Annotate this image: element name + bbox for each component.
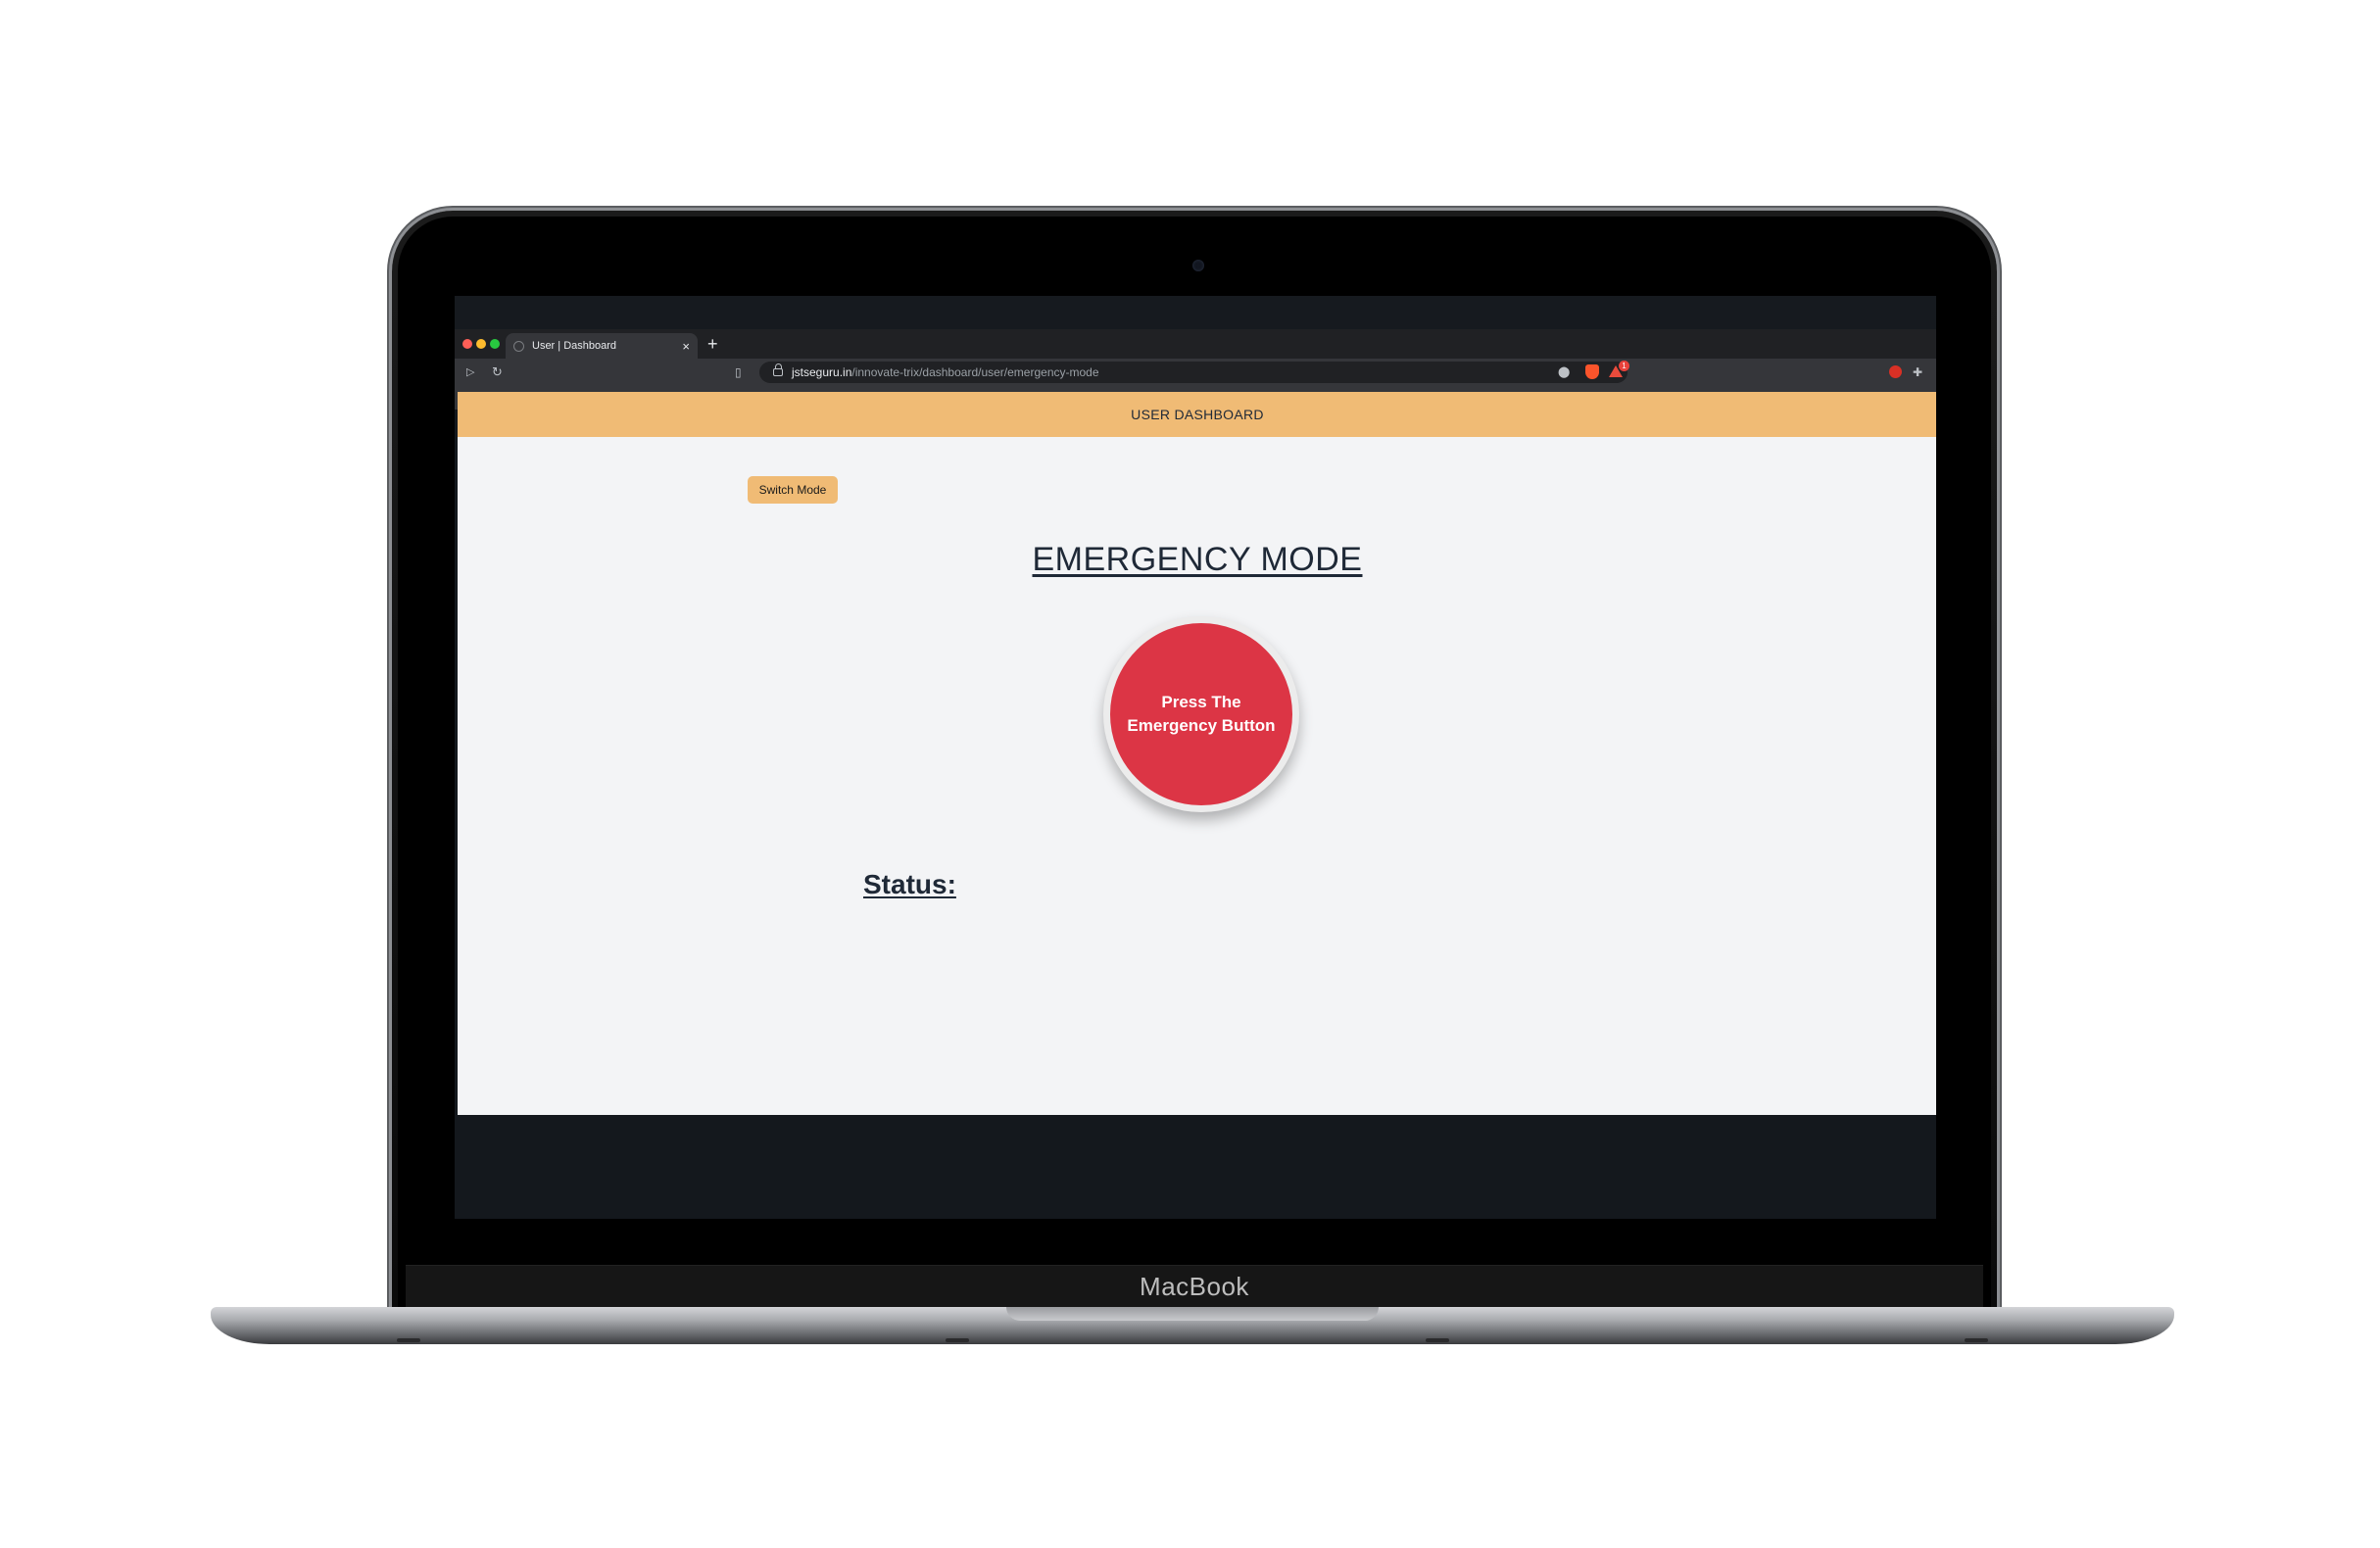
base-foot xyxy=(1965,1338,1988,1342)
status-label: Status: xyxy=(863,869,956,899)
base-foot xyxy=(397,1338,420,1342)
brave-shield-icon[interactable] xyxy=(1585,364,1599,379)
sidebar-toggle-icon[interactable]: ▷ xyxy=(466,363,474,381)
page-header: USER DASHBOARD xyxy=(458,392,1936,437)
close-icon[interactable]: × xyxy=(682,340,690,353)
rewards-badge: 1 xyxy=(1619,361,1629,371)
screen-bottom-area xyxy=(455,1115,1936,1219)
laptop-mockup: MacBook User | Dashboard × + ▷ ↻ ▯ jstse… xyxy=(0,0,2380,1548)
page-title: EMERGENCY MODE xyxy=(1032,541,1363,578)
laptop-base xyxy=(211,1307,2174,1344)
lock-icon xyxy=(773,363,783,376)
header-title: USER DASHBOARD xyxy=(1131,407,1264,422)
url-host: jstseguru.in xyxy=(792,365,852,379)
new-tab-button[interactable]: + xyxy=(707,334,718,354)
emergency-button[interactable]: Press The Emergency Button xyxy=(1103,616,1299,812)
browser-toolbar: ▷ ↻ ▯ jstseguru.in/innovate-trix/dashboa… xyxy=(455,359,1936,386)
extension-icon[interactable] xyxy=(1889,365,1902,378)
screen: User | Dashboard × + ▷ ↻ ▯ jstseguru.in /… xyxy=(455,296,1936,1219)
switch-mode-button[interactable]: Switch Mode xyxy=(748,476,838,504)
address-bar[interactable]: jstseguru.in/innovate-trix/dashboard/use… xyxy=(759,362,1627,383)
tab-user-dashboard[interactable]: User | Dashboard × xyxy=(506,333,698,359)
base-foot xyxy=(946,1338,969,1342)
reload-icon[interactable]: ↻ xyxy=(492,363,503,381)
device-brand: MacBook xyxy=(1140,1272,1249,1301)
url-path: /innovate-trix/dashboard/user/emergency-… xyxy=(851,365,1099,379)
menu-bar xyxy=(455,296,1936,329)
traffic-minimize-icon[interactable] xyxy=(476,339,486,349)
camera-icon xyxy=(1192,260,1204,271)
base-foot xyxy=(1426,1338,1449,1342)
globe-icon xyxy=(513,340,524,352)
traffic-zoom-icon[interactable] xyxy=(490,339,500,349)
web-page: USER DASHBOARD Switch Mode EMERGENCY MOD… xyxy=(458,392,1936,1115)
tab-title: User | Dashboard xyxy=(532,340,617,352)
puzzle-icon[interactable]: ✚ xyxy=(1913,363,1922,381)
base-notch xyxy=(1006,1307,1379,1321)
laptop-chin: MacBook xyxy=(406,1265,1983,1308)
traffic-close-icon[interactable] xyxy=(462,339,472,349)
bookmark-icon[interactable]: ▯ xyxy=(735,363,742,381)
location-pin-icon[interactable]: ⬤ xyxy=(1558,363,1570,381)
tab-strip: User | Dashboard × + xyxy=(455,329,1936,359)
